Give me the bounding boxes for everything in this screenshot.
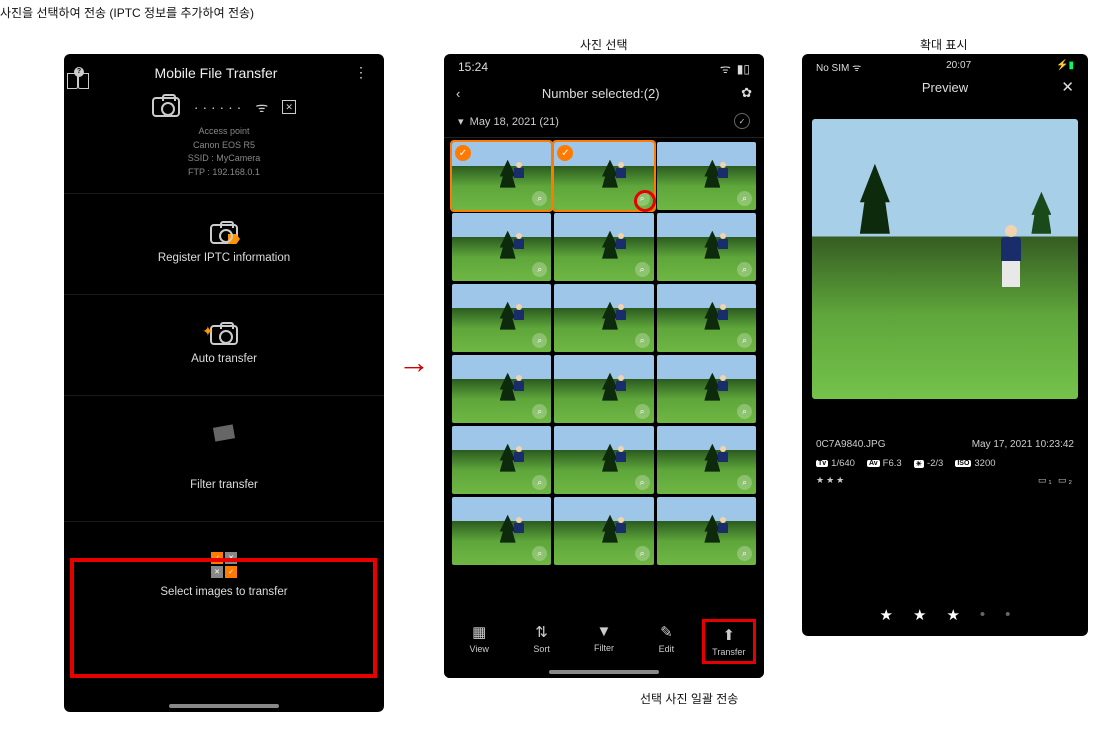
wifi-icon: ᯤ <box>852 63 861 74</box>
card-icons: ▭₁ ▭₂ <box>1038 475 1074 486</box>
magnify-icon[interactable]: ⌕ <box>737 191 752 206</box>
home-indicator <box>549 670 659 674</box>
thumbnail[interactable]: ⌕ <box>657 284 756 352</box>
star-empty-icon[interactable]: • <box>980 606 985 624</box>
chevron-down-icon[interactable]: ▾ <box>458 116 464 128</box>
star-icon[interactable]: ★ <box>946 606 959 624</box>
tile-filter-label: Filter transfer <box>64 479 384 491</box>
battery-charging-icon: ⚡▮ <box>1056 60 1074 74</box>
thumbnail[interactable]: ⌕ <box>452 284 551 352</box>
tv-value: 1/640 <box>831 458 855 469</box>
thumbnail[interactable]: ⌕ <box>657 355 756 423</box>
thumbnail[interactable]: ⌕ <box>554 426 653 494</box>
tile-auto-transfer[interactable]: ✦ Auto transfer <box>64 294 384 395</box>
thumbnail[interactable]: ⌕ <box>657 426 756 494</box>
transfer-button[interactable]: ⬆Transfer <box>702 619 756 664</box>
capture-datetime: May 17, 2021 10:23:42 <box>972 439 1074 450</box>
status-time: 15:24 <box>458 60 488 77</box>
camera-tag-icon <box>210 224 238 244</box>
magnify-icon[interactable]: ⌕ <box>532 191 547 206</box>
highlight-circle-magnify <box>634 190 656 212</box>
screen-grid: 15:24 ᯤ ▮▯ ‹ Number selected:(2) ✿ ▾ May … <box>444 54 764 678</box>
sort-icon: ⇅ <box>535 623 548 641</box>
av-value: F6.3 <box>883 458 902 469</box>
camera-burst-icon: ✦ <box>210 325 238 345</box>
iso-value: 3200 <box>974 458 995 469</box>
ev-value: -2/3 <box>927 458 943 469</box>
wifi-icon: ᯤ <box>255 98 268 117</box>
upload-icon: ⬆ <box>722 626 735 644</box>
caption-main: 사진을 선택하여 전송 (IPTC 정보를 추가하여 전송) <box>0 4 254 21</box>
tile-filter-transfer[interactable]: Filter transfer <box>64 395 384 521</box>
thumbnail[interactable]: ⌕ <box>554 355 653 423</box>
filename: 0C7A9840.JPG <box>816 439 886 450</box>
funnel-icon: ▼ <box>597 623 612 640</box>
screen-preview: No SIM ᯤ 20:07 ⚡▮ Preview ✕ ✓ 0C7A9840.J… <box>802 54 1088 636</box>
ftp-value: FTP : 192.168.0.1 <box>64 166 384 180</box>
arrow-icon: → <box>398 344 430 381</box>
thumbnail[interactable]: ⌕ <box>554 497 653 565</box>
sort-button[interactable]: ⇅Sort <box>515 619 569 664</box>
check-icon: ✓ <box>557 145 573 161</box>
tile-iptc-label: Register IPTC information <box>64 252 384 264</box>
selected-count: Number selected:(2) <box>542 86 660 101</box>
caption-p2-bottom: 선택 사진 일괄 전송 <box>640 690 738 707</box>
check-icon: ✓ <box>455 145 471 161</box>
app-title: Mobile File Transfer <box>155 65 278 81</box>
close-square-icon[interactable]: ✕ <box>282 100 296 114</box>
thumbnail[interactable]: ⌕ <box>452 355 551 423</box>
star-icon[interactable]: ★ <box>913 606 926 624</box>
caption-p3: 확대 표시 <box>920 36 968 53</box>
filter-funnel-icon <box>214 426 234 471</box>
tile-register-iptc[interactable]: Register IPTC information <box>64 193 384 294</box>
rating-stars-small: ★★★ <box>816 475 846 485</box>
highlight-box-select-images <box>70 558 377 678</box>
thumbnail[interactable]: ✓⌕ <box>554 142 653 210</box>
preview-image[interactable] <box>812 119 1078 399</box>
thumbnail[interactable]: ⌕ <box>554 284 653 352</box>
thumbnail[interactable]: ✓⌕ <box>452 142 551 210</box>
date-group-label: May 18, 2021 (21) <box>470 116 559 128</box>
back-icon[interactable]: ‹ <box>456 86 460 101</box>
caption-p2: 사진 선택 <box>580 36 628 53</box>
edit-button[interactable]: ✎Edit <box>639 619 693 664</box>
thumbnail[interactable]: ⌕ <box>657 213 756 281</box>
carrier-label: No SIM <box>816 63 849 74</box>
tile-auto-label: Auto transfer <box>64 353 384 365</box>
rating-bar[interactable]: ★ ★ ★ • • <box>802 606 1088 624</box>
grid-icon: ▦ <box>472 623 486 641</box>
close-icon[interactable]: ✕ <box>1061 78 1074 96</box>
bottom-toolbar: ▦View ⇅Sort ▼Filter ✎Edit ⬆Transfer <box>444 611 764 678</box>
thumbnail-grid: ✓⌕ ✓⌕ ⌕ ⌕ ⌕ ⌕ ⌕ ⌕ ⌕ ⌕ ⌕ ⌕ ⌕ ⌕ ⌕ ⌕ ⌕ ⌕ <box>444 138 764 569</box>
edit-icon: ✎ <box>660 623 673 641</box>
select-all-icon[interactable]: ✓ <box>734 113 750 129</box>
access-point-label: Access point <box>64 125 384 139</box>
preview-title: Preview <box>922 80 968 95</box>
filter-button[interactable]: ▼Filter <box>577 619 631 664</box>
connection-dots: · · · · · · <box>194 99 241 115</box>
battery-icon: ▮▯ <box>737 62 750 76</box>
thumbnail[interactable]: ⌕ <box>657 142 756 210</box>
view-button[interactable]: ▦View <box>452 619 506 664</box>
camera-model: Canon EOS R5 <box>64 139 384 153</box>
camera-icon <box>152 97 180 117</box>
settings-icon[interactable]: ✿ <box>741 85 752 101</box>
wifi-icon: ᯤ <box>720 60 731 77</box>
thumbnail[interactable]: ⌕ <box>452 426 551 494</box>
home-indicator <box>169 704 279 708</box>
ssid-value: SSID : MyCamera <box>64 152 384 166</box>
thumbnail[interactable]: ⌕ <box>452 497 551 565</box>
status-time: 20:07 <box>946 60 971 74</box>
thumbnail[interactable]: ⌕ <box>452 213 551 281</box>
thumbnail[interactable]: ⌕ <box>657 497 756 565</box>
star-icon[interactable]: ★ <box>880 606 893 624</box>
menu-icon[interactable]: ⋮ <box>354 64 370 81</box>
thumbnail[interactable]: ⌕ <box>554 213 653 281</box>
star-empty-icon[interactable]: • <box>1005 606 1010 624</box>
